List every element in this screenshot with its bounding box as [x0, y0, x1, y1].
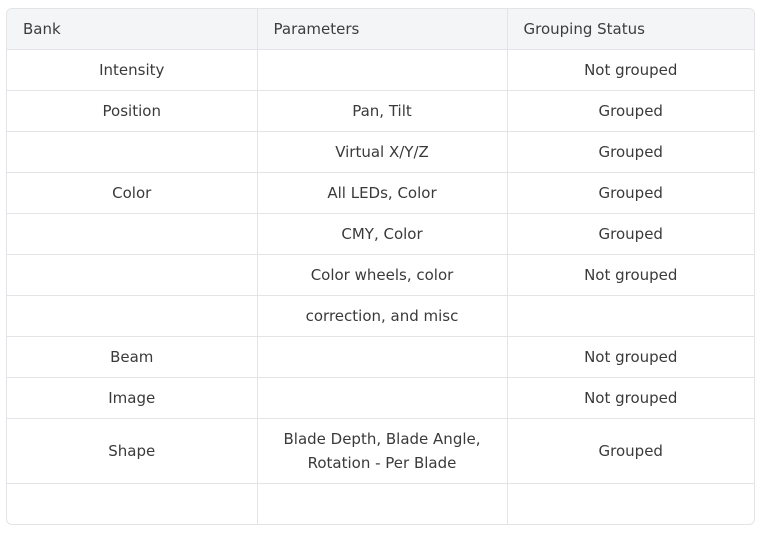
- bank-cell: [7, 483, 258, 524]
- status-cell: Grouped: [507, 131, 754, 173]
- status-cell: Not grouped: [507, 336, 754, 378]
- status-cell: Not grouped: [507, 254, 754, 296]
- parameters-cell: [257, 49, 508, 91]
- bank-cell: [7, 131, 258, 173]
- parameters-line: Virtual X/Y/Z: [335, 143, 429, 161]
- parameters-cell: CMY, Color: [257, 213, 508, 255]
- table-row: Virtual X/Y/Z Grouped: [7, 131, 754, 173]
- table-row: Intensity Not grouped: [7, 49, 754, 91]
- status-cell: [507, 484, 754, 525]
- parameters-cell: Pan, Tilt: [257, 90, 508, 132]
- parameters-line: Blade Depth, Blade Angle,: [283, 430, 481, 448]
- status-cell: Not grouped: [507, 377, 754, 419]
- parameters-cell: [257, 483, 508, 524]
- bank-cell: Intensity: [7, 49, 258, 91]
- grouping-table: Bank Parameters Grouping Status Intensit…: [7, 9, 754, 524]
- status-cell: Grouped: [507, 172, 754, 214]
- parameters-line: All LEDs, Color: [327, 184, 437, 202]
- parameters-cell: [257, 377, 508, 419]
- parameters-cell: All LEDs, Color: [257, 172, 508, 214]
- parameters-line: Rotation - Per Blade: [307, 454, 457, 472]
- status-cell: Not grouped: [507, 49, 754, 91]
- parameters-cell: correction, and misc: [257, 295, 508, 337]
- parameters-cell: [257, 336, 508, 378]
- table-row: Color All LEDs, Color Grouped: [7, 172, 754, 214]
- table-header-row: Bank Parameters Grouping Status: [7, 9, 754, 50]
- table-row: correction, and misc: [7, 295, 754, 337]
- status-cell: Grouped: [507, 418, 754, 484]
- parameters-cell: Color wheels, color: [257, 254, 508, 296]
- parameters-cell: Blade Depth, Blade Angle, Rotation - Per…: [257, 418, 508, 484]
- grouping-table-container: Bank Parameters Grouping Status Intensit…: [6, 8, 755, 525]
- parameters-line: CMY, Color: [341, 225, 423, 243]
- header-parameters: Parameters: [257, 9, 508, 50]
- table-row: CMY, Color Grouped: [7, 213, 754, 255]
- table-row: Position Pan, Tilt Grouped: [7, 90, 754, 132]
- parameters-cell: Virtual X/Y/Z: [257, 131, 508, 173]
- bank-cell: [7, 254, 258, 296]
- header-grouping-status: Grouping Status: [507, 9, 754, 50]
- status-cell: [507, 295, 754, 337]
- table-row: Shape Blade Depth, Blade Angle, Rotation…: [7, 418, 754, 484]
- header-bank: Bank: [7, 9, 258, 50]
- bank-cell: Beam: [7, 336, 258, 378]
- table-row: Beam Not grouped: [7, 336, 754, 378]
- bank-cell: Image: [7, 377, 258, 419]
- table-row: [7, 483, 754, 525]
- status-cell: Grouped: [507, 213, 754, 255]
- parameters-line: Pan, Tilt: [352, 102, 412, 120]
- bank-cell: Position: [7, 90, 258, 132]
- status-cell: Grouped: [507, 90, 754, 132]
- bank-cell: [7, 295, 258, 337]
- table-row: Color wheels, color Not grouped: [7, 254, 754, 296]
- table-row: Image Not grouped: [7, 377, 754, 419]
- parameters-line: correction, and misc: [305, 307, 459, 325]
- bank-cell: [7, 213, 258, 255]
- bank-cell: Color: [7, 172, 258, 214]
- bank-cell: Shape: [7, 418, 258, 484]
- parameters-line: Color wheels, color: [310, 266, 454, 284]
